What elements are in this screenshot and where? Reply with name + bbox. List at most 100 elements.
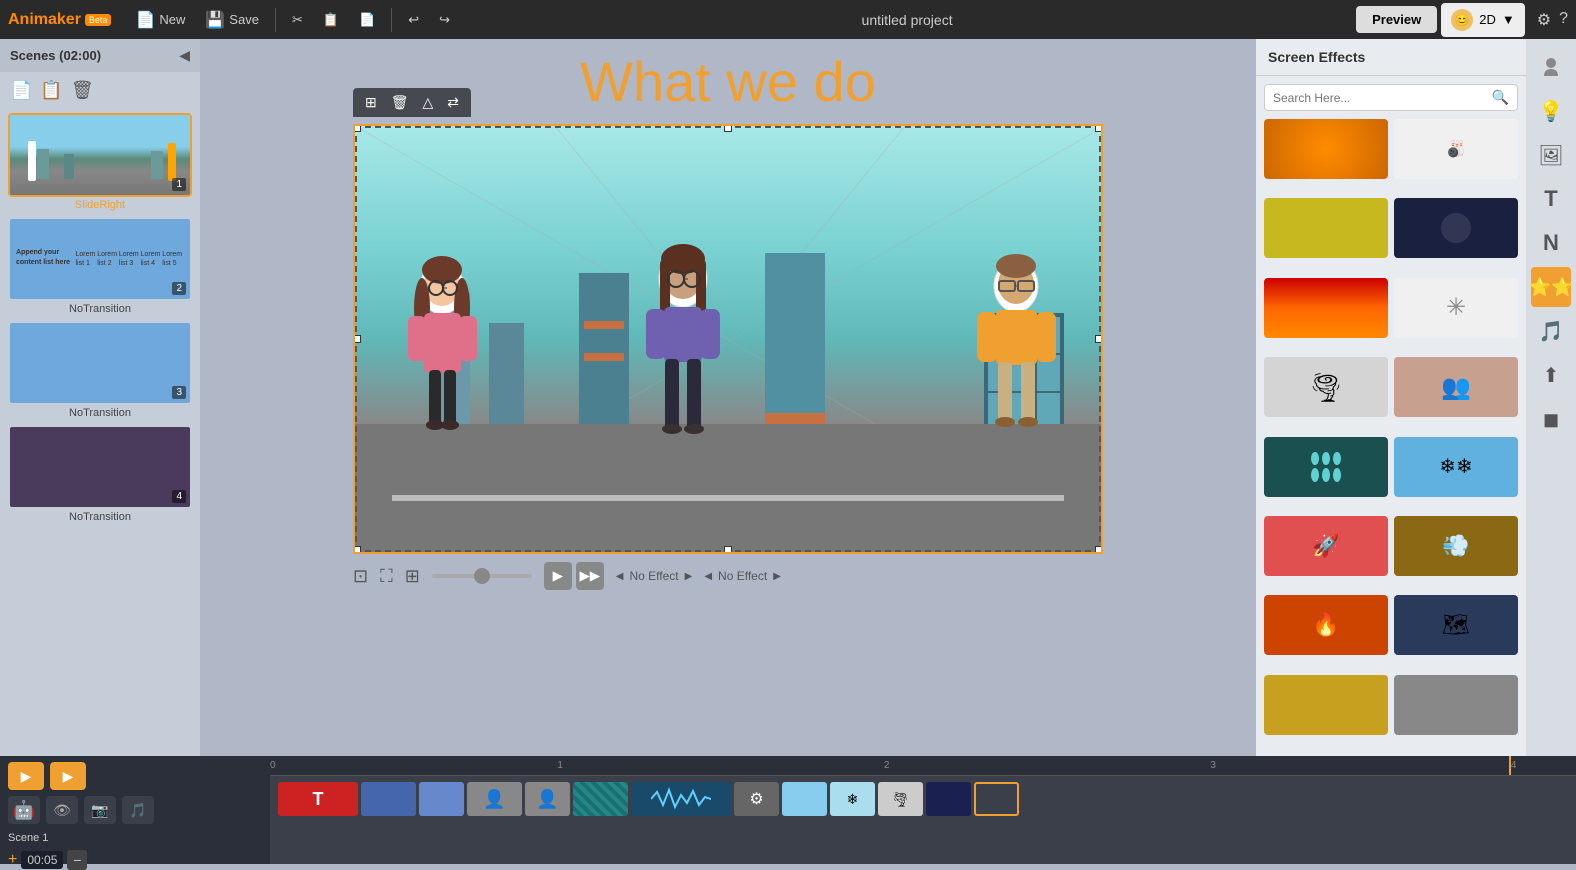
add-scene-btn[interactable]: 📄 xyxy=(10,80,32,101)
character-center[interactable] xyxy=(638,237,728,467)
character-left[interactable] xyxy=(400,248,485,458)
track-thumb-person1[interactable]: 👤 xyxy=(467,782,522,816)
zoom-slider[interactable] xyxy=(432,574,532,578)
timeline-icon-camera[interactable]: 📷 xyxy=(84,796,116,824)
track-thumb-lblue[interactable] xyxy=(419,782,464,816)
timeline-icon-eye[interactable]: 👁 xyxy=(46,796,78,824)
bg-sidebar-btn[interactable]: ◼ xyxy=(1531,399,1571,439)
timeline-icon-music[interactable]: 🎵 xyxy=(122,796,154,824)
effect-thumb-crowd[interactable]: 👥 xyxy=(1394,357,1518,417)
track-thumb-sky[interactable] xyxy=(782,782,827,816)
save-button[interactable]: 💾 Save xyxy=(197,6,267,34)
scene-item-3[interactable]: 3 NoTransition xyxy=(8,321,192,419)
timeline-scene-label: Scene 1 xyxy=(8,832,262,844)
track-thumb-person2[interactable]: 👤 xyxy=(525,782,570,816)
audio-sidebar-btn[interactable]: 🎵 xyxy=(1531,311,1571,351)
character-right[interactable] xyxy=(969,248,1064,458)
scene-thumb-3[interactable]: 3 xyxy=(8,321,192,405)
scene-thumb-1[interactable]: 1 xyxy=(8,113,192,197)
scene-num-4: 4 xyxy=(172,490,186,503)
effect-arrow-right-1[interactable]: ▶ xyxy=(685,571,693,582)
effect-thumb-tornado[interactable]: 🌪 xyxy=(1264,357,1388,417)
effect-thumb-orange[interactable] xyxy=(1264,119,1388,179)
scene-item-1[interactable]: 1 SlideRight xyxy=(8,113,192,211)
timeline-icon-robot[interactable]: 🤖 xyxy=(8,796,40,824)
media-sidebar-btn[interactable]: 🖼 xyxy=(1531,135,1571,175)
search-input[interactable] xyxy=(1273,91,1488,105)
timeline-play2-btn[interactable]: ▶ xyxy=(50,762,86,790)
effect-thumb-bowling[interactable]: 🎳 xyxy=(1394,119,1518,179)
scene-thumb-2[interactable]: Append your content list here Lorem list… xyxy=(8,217,192,301)
timeline-time-row: + 00:05 − xyxy=(8,850,262,870)
effect-thumb-rocket[interactable]: 🚀 xyxy=(1264,516,1388,576)
effect-thumb-map[interactable]: 🗺 xyxy=(1394,595,1518,655)
effect-thumb-teal[interactable] xyxy=(1264,437,1388,497)
new-icon: 📄 xyxy=(135,10,155,30)
canvas-swap-btn[interactable]: ⇄ xyxy=(441,92,465,113)
search-bar[interactable]: 🔍 xyxy=(1264,84,1518,111)
character-right-svg xyxy=(969,248,1064,458)
grid-btn[interactable]: ⊞ xyxy=(405,566,420,587)
timeline-play-btn[interactable]: ▶ xyxy=(8,762,44,790)
minus-time-btn[interactable]: − xyxy=(67,850,87,870)
track-thumb-audio[interactable] xyxy=(631,782,731,816)
effect-arrow-right-2[interactable]: ▶ xyxy=(773,571,781,582)
preview-button[interactable]: Preview xyxy=(1356,6,1437,33)
effect-thumb-gold[interactable] xyxy=(1264,675,1388,735)
mode-selector[interactable]: 😊 2D ▼ xyxy=(1441,3,1525,37)
play-btn-1[interactable]: ▶ xyxy=(544,562,572,590)
play-btn-2[interactable]: ▶▶ xyxy=(576,562,604,590)
fullscreen-btn[interactable]: ⛶ xyxy=(380,566,393,587)
canvas-grid-btn[interactable]: ⊞ xyxy=(359,92,383,113)
cut-button[interactable]: ✂ xyxy=(284,8,311,32)
fit-screen-btn[interactable]: ⊡ xyxy=(353,566,368,587)
scene-thumb-4[interactable]: 4 xyxy=(8,425,192,509)
effect-thumb-fire[interactable] xyxy=(1264,278,1388,338)
track-thumb-empty[interactable] xyxy=(974,782,1019,816)
effect-arrow-left-1[interactable]: ◀ xyxy=(616,571,624,582)
upload-sidebar-btn[interactable]: ⬆ xyxy=(1531,355,1571,395)
track-thumb-navy[interactable] xyxy=(926,782,971,816)
settings-icon[interactable]: ⚙ xyxy=(1537,10,1551,30)
scene-item-2[interactable]: Append your content list here Lorem list… xyxy=(8,217,192,315)
track-thumb-snow2[interactable]: ❄ xyxy=(830,782,875,816)
slide-title: What we do xyxy=(580,49,876,114)
effect-thumb-dark[interactable] xyxy=(1394,198,1518,258)
effect-thumb-snow[interactable]: ❄❄ xyxy=(1394,437,1518,497)
new-button[interactable]: 📄 New xyxy=(127,6,193,34)
scenes-collapse-btn[interactable]: ◀ xyxy=(179,47,190,64)
undo-button[interactable]: ↩ xyxy=(400,8,427,32)
canvas-scene[interactable] xyxy=(353,124,1103,554)
effects-sidebar-btn[interactable]: ⭐⭐ xyxy=(1531,267,1571,307)
title-sidebar-btn[interactable]: N xyxy=(1531,223,1571,263)
redo-icon: ↪ xyxy=(439,12,450,28)
canvas-flip-btn[interactable]: △ xyxy=(417,92,440,113)
text-sidebar-btn[interactable]: T xyxy=(1531,179,1571,219)
help-icon[interactable]: ? xyxy=(1559,10,1568,30)
effect-thumb-smoke[interactable]: 💨 xyxy=(1394,516,1518,576)
effect-arrow-left-2[interactable]: ◀ xyxy=(704,571,712,582)
track-thumb-gear[interactable]: ⚙ xyxy=(734,782,779,816)
track-thumb-blue[interactable] xyxy=(361,782,416,816)
paste-button[interactable]: 📄 xyxy=(351,8,383,32)
copy-button[interactable]: 📋 xyxy=(315,8,347,32)
effect-thumb-burst[interactable]: ✳ xyxy=(1394,278,1518,338)
scene-item-4[interactable]: 4 NoTransition xyxy=(8,425,192,523)
top-toolbar: Animaker Beta 📄 New 💾 Save ✂ 📋 📄 ↩ ↪ unt… xyxy=(0,0,1576,39)
play-buttons: ▶ ▶▶ xyxy=(544,562,604,590)
track-thumb-red[interactable]: T xyxy=(278,782,358,816)
playhead xyxy=(1509,756,1511,775)
props-sidebar-btn[interactable]: 💡 xyxy=(1531,91,1571,131)
add-time-btn[interactable]: + xyxy=(8,851,17,869)
duplicate-scene-btn[interactable]: 📋 xyxy=(40,80,62,101)
effect-thumb-misc[interactable] xyxy=(1394,675,1518,735)
character-sidebar-btn[interactable] xyxy=(1531,47,1571,87)
undo-icon: ↩ xyxy=(408,12,419,28)
effect-thumb-blaze[interactable]: 🔥 xyxy=(1264,595,1388,655)
redo-button[interactable]: ↪ xyxy=(431,8,458,32)
canvas-delete-btn[interactable]: 🗑 xyxy=(385,92,415,113)
delete-scene-btn[interactable]: 🗑 xyxy=(71,80,94,101)
effect-thumb-yellow[interactable] xyxy=(1264,198,1388,258)
track-thumb-teal[interactable] xyxy=(573,782,628,816)
track-thumb-tornado2[interactable]: 🌪 xyxy=(878,782,923,816)
